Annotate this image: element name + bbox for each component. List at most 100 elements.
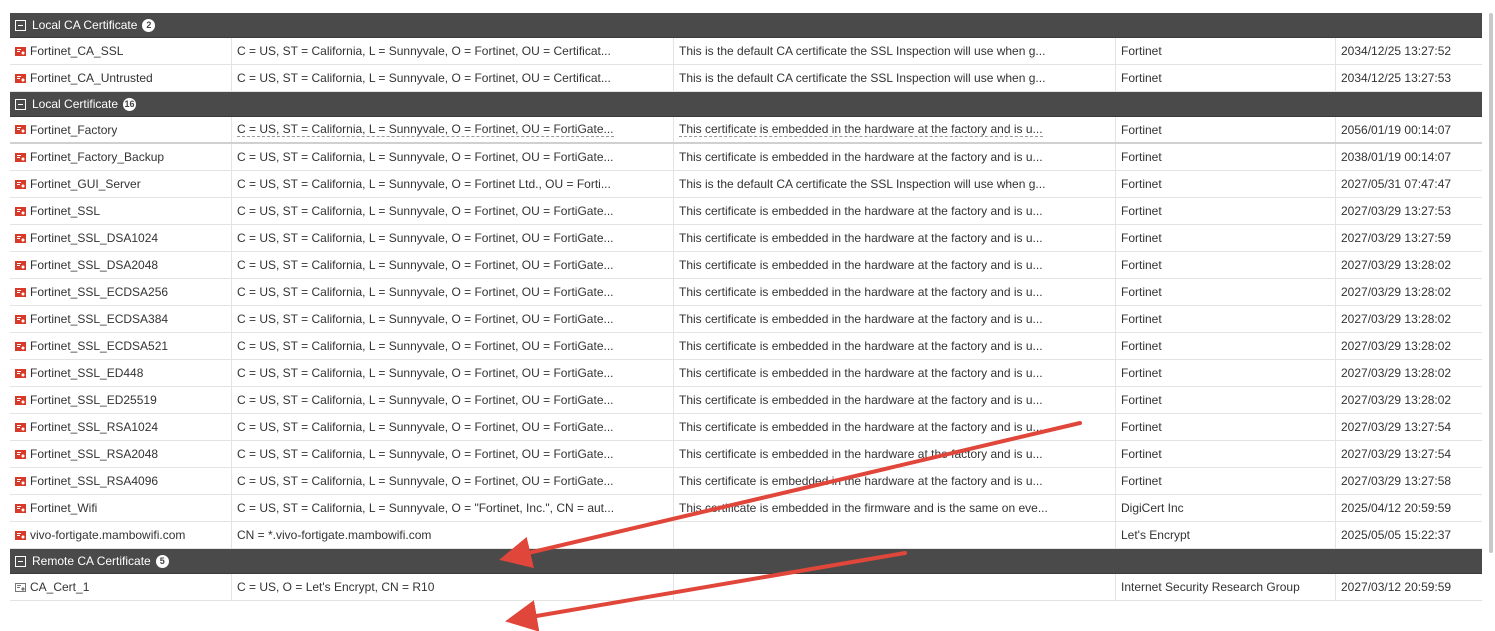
subject-cell: C = US, ST = California, L = Sunnyvale, … [232, 387, 674, 413]
cert-expires: 2025/04/12 20:59:59 [1341, 501, 1452, 515]
comments-cell: This certificate is embedded in the hard… [674, 468, 1116, 494]
table-row[interactable]: Fortinet_CA_Untrusted C = US, ST = Califo… [10, 65, 1482, 92]
issuer-cell: Fortinet [1116, 225, 1336, 251]
certificate-icon [15, 503, 26, 513]
table-row[interactable]: Fortinet_SSL_RSA4096 C = US, ST = Califor… [10, 468, 1482, 495]
name-cell: Fortinet_SSL_RSA1024 [10, 414, 232, 440]
cert-subject: C = US, ST = California, L = Sunnyvale, … [237, 339, 614, 353]
cert-subject: C = US, ST = California, L = Sunnyvale, … [237, 122, 614, 137]
comments-cell: This is the default CA certificate the S… [674, 65, 1116, 91]
table-row[interactable]: Fortinet_SSL_ED25519 C = US, ST = Califor… [10, 387, 1482, 414]
cert-name: CA_Cert_1 [30, 580, 90, 594]
table-row[interactable]: Fortinet_SSL_ECDSA521 C = US, ST = Califo… [10, 333, 1482, 360]
cert-subject: C = US, ST = California, L = Sunnyvale, … [237, 71, 611, 85]
cert-name: Fortinet_SSL_ED25519 [30, 393, 157, 407]
table-row[interactable]: Fortinet_Factory_Backup C = US, ST = Cali… [10, 144, 1482, 171]
table-row[interactable]: Fortinet_GUI_Server C = US, ST = Californ… [10, 171, 1482, 198]
expires-cell: 2027/03/29 13:27:53 [1336, 198, 1482, 224]
table-row[interactable]: Fortinet_SSL_DSA1024 C = US, ST = Califor… [10, 225, 1482, 252]
cert-issuer: Fortinet [1121, 339, 1162, 353]
comments-cell: This certificate is embedded in the hard… [674, 360, 1116, 386]
subject-cell: C = US, ST = California, L = Sunnyvale, … [232, 306, 674, 332]
group-count-badge: 5 [155, 554, 169, 568]
cert-subject: CN = *.vivo-fortigate.mambowifi.com [237, 528, 432, 542]
comments-cell: This certificate is embedded in the hard… [674, 225, 1116, 251]
cert-expires: 2027/03/29 13:28:02 [1341, 339, 1452, 353]
group-label: Local Certificate [32, 97, 119, 111]
subject-cell: C = US, ST = California, L = Sunnyvale, … [232, 65, 674, 91]
cert-subject: C = US, O = Let's Encrypt, CN = R10 [237, 580, 435, 594]
name-cell: Fortinet_SSL_ECDSA256 [10, 279, 232, 305]
cert-subject: C = US, ST = California, L = Sunnyvale, … [237, 285, 614, 299]
scrollbar[interactable] [1489, 13, 1493, 553]
issuer-cell: Fortinet [1116, 38, 1336, 64]
expires-cell: 2038/01/19 00:14:07 [1336, 144, 1482, 170]
table-row[interactable]: Fortinet_CA_SSL C = US, ST = California, … [10, 38, 1482, 65]
cert-issuer: Fortinet [1121, 420, 1162, 434]
cert-comments: This certificate is embedded in the hard… [679, 204, 1043, 218]
comments-cell [674, 574, 1116, 600]
table-row[interactable]: Fortinet_SSL_ECDSA256 C = US, ST = Califo… [10, 279, 1482, 306]
subject-cell: C = US, ST = California, L = Sunnyvale, … [232, 144, 674, 170]
cert-subject: C = US, ST = California, L = Sunnyvale, … [237, 231, 614, 245]
cert-name: Fortinet_SSL_RSA2048 [30, 447, 159, 461]
collapse-toggle-icon[interactable] [15, 555, 26, 567]
comments-cell: This certificate is embedded in the hard… [674, 117, 1116, 142]
table-row[interactable]: Fortinet_Factory C = US, ST = California,… [10, 117, 1482, 144]
certificate-icon [15, 233, 26, 243]
subject-cell: C = US, ST = California, L = Sunnyvale, … [232, 495, 674, 521]
subject-cell: C = US, ST = California, L = Sunnyvale, … [232, 38, 674, 64]
table-row[interactable]: CA_Cert_1 C = US, O = Let's Encrypt, CN =… [10, 574, 1482, 601]
name-cell: Fortinet_SSL_ECDSA521 [10, 333, 232, 359]
name-cell: Fortinet_Wifi [10, 495, 232, 521]
table-row[interactable]: Fortinet_SSL_ED448 C = US, ST = Californi… [10, 360, 1482, 387]
cert-issuer: Fortinet [1121, 231, 1162, 245]
issuer-cell: Fortinet [1116, 306, 1336, 332]
expires-cell: 2027/03/29 13:27:58 [1336, 468, 1482, 494]
cert-name: Fortinet_GUI_Server [30, 177, 141, 191]
table-row[interactable]: Fortinet_SSL_RSA1024 C = US, ST = Califor… [10, 414, 1482, 441]
name-cell: Fortinet_SSL_ED25519 [10, 387, 232, 413]
expires-cell: 2027/03/29 13:28:02 [1336, 333, 1482, 359]
certificate-icon [15, 314, 26, 324]
expires-cell: 2027/03/12 20:59:59 [1336, 574, 1482, 600]
expires-cell: 2027/03/29 13:28:02 [1336, 387, 1482, 413]
group-header[interactable]: Local Certificate 16 [10, 92, 1482, 117]
issuer-cell: Fortinet [1116, 65, 1336, 91]
cert-subject: C = US, ST = California, L = Sunnyvale, … [237, 258, 614, 272]
subject-cell: C = US, ST = California, L = Sunnyvale, … [232, 441, 674, 467]
group-label: Local CA Certificate [32, 18, 138, 32]
cert-name: Fortinet_SSL_ECDSA256 [30, 285, 169, 299]
issuer-cell: Fortinet [1116, 279, 1336, 305]
cert-expires: 2027/03/29 13:28:02 [1341, 366, 1452, 380]
cert-subject: C = US, ST = California, L = Sunnyvale, … [237, 44, 611, 58]
table-row[interactable]: Fortinet_SSL C = US, ST = California, L =… [10, 198, 1482, 225]
group-header[interactable]: Remote CA Certificate 5 [10, 549, 1482, 574]
certificate-icon [15, 152, 26, 162]
expires-cell: 2025/04/12 20:59:59 [1336, 495, 1482, 521]
issuer-cell: Fortinet [1116, 144, 1336, 170]
name-cell: Fortinet_CA_Untrusted [10, 65, 232, 91]
table-row[interactable]: Fortinet_SSL_ECDSA384 C = US, ST = Califo… [10, 306, 1482, 333]
cert-comments: This certificate is embedded in the hard… [679, 420, 1043, 434]
collapse-toggle-icon[interactable] [15, 19, 26, 31]
group-header[interactable]: Local CA Certificate 2 [10, 13, 1482, 38]
cert-expires: 2027/03/29 13:28:02 [1341, 285, 1452, 299]
cert-comments: This certificate is embedded in the hard… [679, 447, 1043, 461]
comments-cell: This certificate is embedded in the firm… [674, 495, 1116, 521]
table-row[interactable]: vivo-fortigate.mambowifi.com CN = *.vivo-… [10, 522, 1482, 549]
table-row[interactable]: Fortinet_Wifi C = US, ST = California, L … [10, 495, 1482, 522]
table-row[interactable]: Fortinet_SSL_RSA2048 C = US, ST = Califor… [10, 441, 1482, 468]
certificate-icon [15, 125, 26, 134]
table-row[interactable]: Fortinet_SSL_DSA2048 C = US, ST = Califor… [10, 252, 1482, 279]
cert-name: Fortinet_SSL_ECDSA384 [30, 312, 169, 326]
comments-cell: This certificate is embedded in the hard… [674, 198, 1116, 224]
cert-name: Fortinet_Factory [30, 122, 118, 137]
subject-cell: C = US, ST = California, L = Sunnyvale, … [232, 252, 674, 278]
comments-cell: This certificate is embedded in the hard… [674, 333, 1116, 359]
collapse-toggle-icon[interactable] [15, 98, 26, 110]
certificate-icon [15, 206, 26, 216]
expires-cell: 2027/03/29 13:27:54 [1336, 441, 1482, 467]
subject-cell: C = US, ST = California, L = Sunnyvale, … [232, 117, 674, 142]
issuer-cell: Fortinet [1116, 441, 1336, 467]
